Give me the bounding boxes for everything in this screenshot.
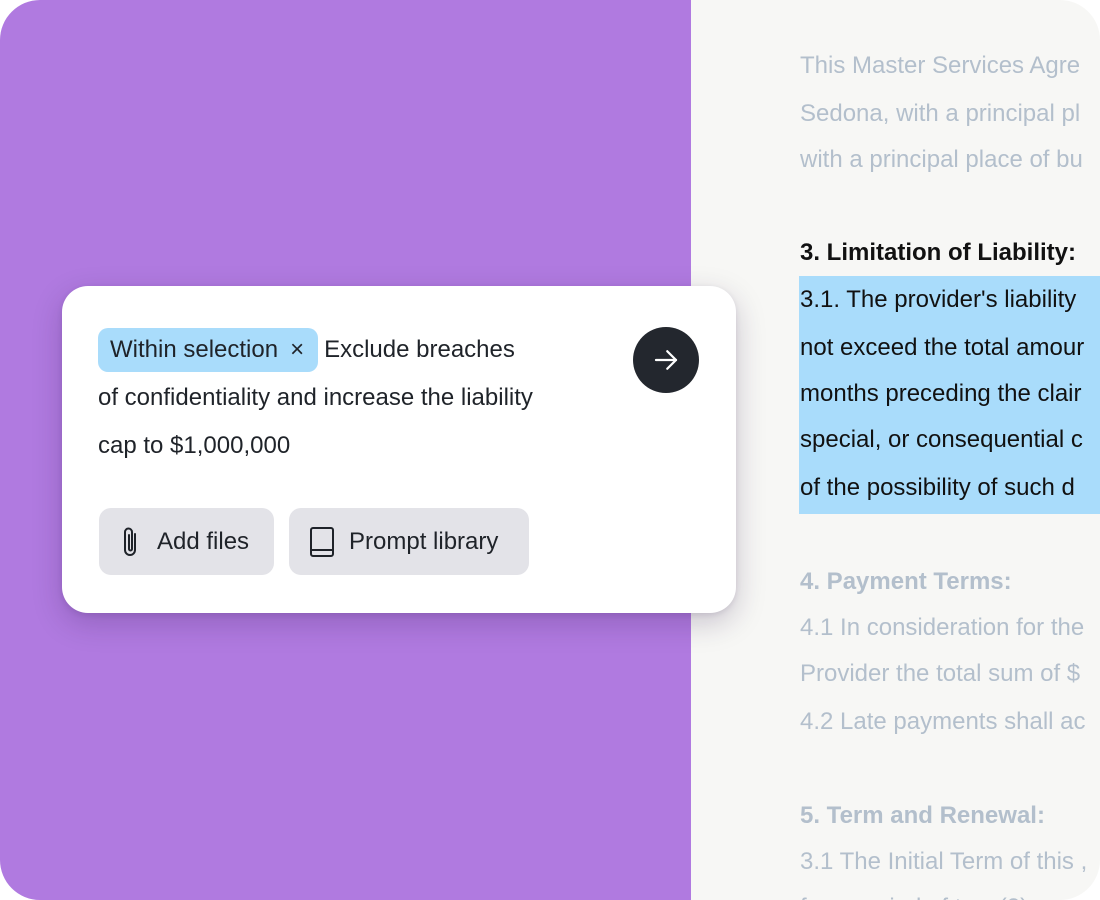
doc-intro-line: This Master Services Agre: [800, 52, 1081, 79]
prompt-text-line: Exclude breaches: [324, 336, 515, 363]
book-icon: [309, 526, 335, 558]
section3-heading: 3. Limitation of Liability:: [800, 239, 1076, 266]
doc-intro-line: with a principal place of bu: [800, 146, 1083, 173]
doc-line: 4.2 Late payments shall ac: [800, 708, 1086, 735]
selected-line[interactable]: not exceed the total amour: [800, 331, 1084, 365]
doc-line: for a period of two (2) years: [800, 891, 1093, 900]
prompt-card: Within selection × Exclude breaches of con…: [62, 286, 736, 613]
send-button[interactable]: [633, 327, 699, 393]
arrow-right-icon: [654, 350, 678, 370]
prompt-library-button[interactable]: Prompt library: [289, 508, 529, 575]
document-panel: This Master Services Agre Sedona, with a…: [691, 0, 1100, 900]
prompt-input[interactable]: Within selection × Exclude breaches of con…: [98, 326, 618, 470]
selection-chip-label: Within selection: [110, 336, 279, 363]
selection-chip[interactable]: Within selection ×: [98, 328, 319, 372]
add-files-button[interactable]: Add files: [99, 508, 274, 575]
doc-line: Provider the total sum of $: [800, 660, 1081, 687]
doc-line: 4.1 In consideration for the: [800, 614, 1085, 641]
section4-heading: 4. Payment Terms:: [800, 568, 1012, 595]
add-files-label: Add files: [157, 527, 250, 555]
paperclip-icon: [119, 525, 143, 559]
selected-line[interactable]: months preceding the clair: [800, 377, 1081, 411]
doc-line: 3.1 The Initial Term of this ,: [800, 848, 1088, 875]
stage: This Master Services Agre Sedona, with a…: [0, 0, 1100, 900]
prompt-text-line: of confidentiality and increase the liab…: [98, 384, 533, 411]
prompt-text-line: cap to $1,000,000: [98, 432, 291, 459]
section5-heading: 5. Term and Renewal:: [800, 802, 1045, 829]
selected-line[interactable]: of the possibility of such d: [800, 471, 1075, 505]
close-icon[interactable]: ×: [290, 328, 304, 372]
selected-line[interactable]: special, or consequential c: [800, 423, 1083, 457]
prompt-library-label: Prompt library: [349, 527, 499, 555]
doc-intro-line: Sedona, with a principal pl: [800, 100, 1081, 127]
selected-line[interactable]: 3.1. The provider's liability: [800, 283, 1076, 317]
